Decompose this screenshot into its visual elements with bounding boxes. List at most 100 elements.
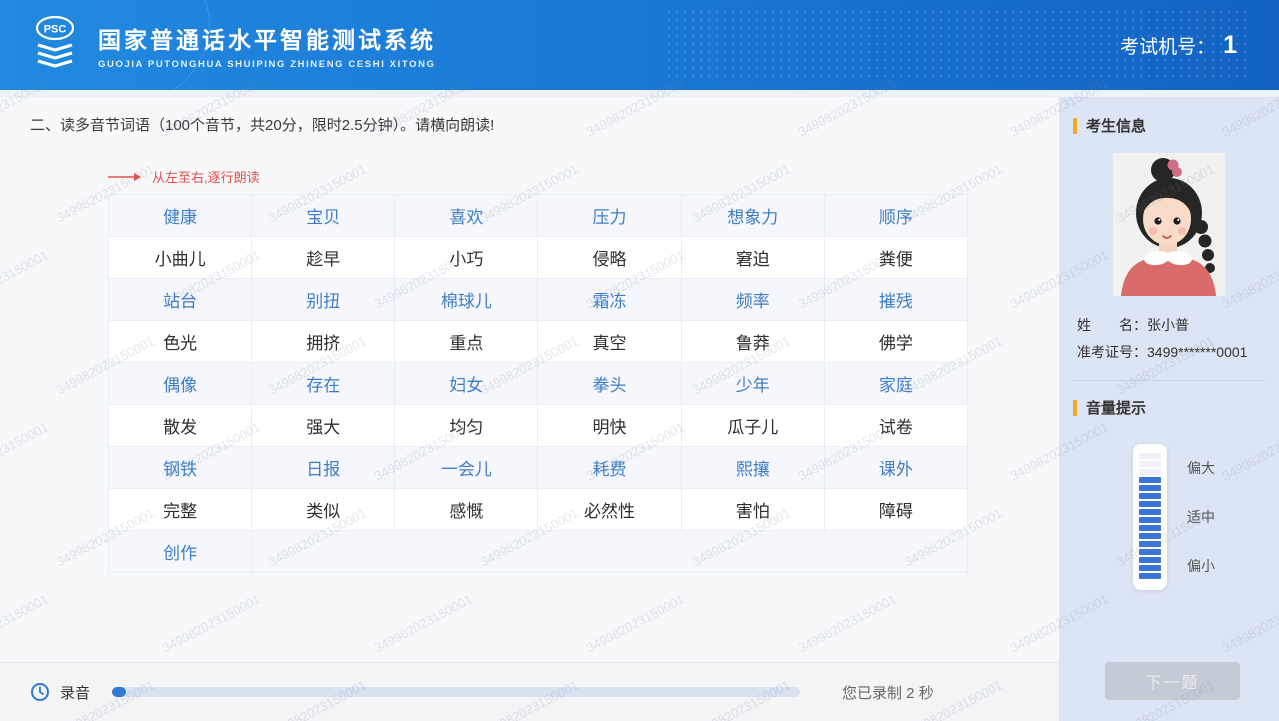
volume-title-text: 音量提示 xyxy=(1086,400,1147,417)
girl-avatar xyxy=(1113,153,1225,296)
candidate-photo xyxy=(1113,153,1225,296)
meter-segment xyxy=(1139,541,1161,547)
meter-segment xyxy=(1139,501,1161,507)
word-cell: 频率 xyxy=(680,278,825,321)
word-cell: 顺序 xyxy=(823,194,969,237)
svg-text:PSC: PSC xyxy=(44,23,67,35)
meter-segment xyxy=(1139,549,1161,555)
word-cell: 粪便 xyxy=(823,236,969,279)
word-cell: 强大 xyxy=(251,404,396,447)
sidebar: 考生信息 姓 名：张小普 准考证号：3499*******0001 音量提示 偏… xyxy=(1059,97,1279,721)
table-row: 钢铁 日报 一会儿 耗费 熙攘 课外 xyxy=(107,446,969,489)
table-row: 小曲儿 趁早 小巧 侵略 窘迫 粪便 xyxy=(107,236,969,279)
section-marker xyxy=(1073,117,1077,134)
table-row: 健康 宝贝 喜欢 压力 想象力 顺序 xyxy=(107,194,969,237)
id-label: 准考证号： xyxy=(1077,344,1147,360)
word-cell: 创作 xyxy=(107,530,253,573)
meter-segment xyxy=(1139,493,1161,499)
word-cell: 色光 xyxy=(107,320,253,363)
word-cell: 少年 xyxy=(680,362,825,405)
candidate-info: 姓 名：张小普 准考证号：3499*******0001 xyxy=(1059,312,1279,366)
meter-segment xyxy=(1139,453,1161,459)
word-cell: 家庭 xyxy=(823,362,969,405)
page: PSC 国家普通话水平智能测试系统 GUOJIA PUTONGHUA SHUIP… xyxy=(0,0,1279,721)
word-cell: 明快 xyxy=(537,404,682,447)
word-cell: 别扭 xyxy=(251,278,396,321)
instruction-text: 二、读多音节词语（100个音节，共20分，限时2.5分钟）。请横向朗读! xyxy=(30,117,495,134)
word-cell: 压力 xyxy=(537,194,682,237)
volume-meter xyxy=(1133,444,1167,590)
main-content: 二、读多音节词语（100个音节，共20分，限时2.5分钟）。请横向朗读! 从左至… xyxy=(0,97,1059,662)
reading-direction-hint: 从左至右,逐行朗读 xyxy=(108,167,260,186)
name-value: 张小普 xyxy=(1147,317,1189,333)
word-table-body: 健康 宝贝 喜欢 压力 想象力 顺序 小曲儿 趁早 小巧 侵略 窘迫 粪便 站台 别扭 棉球儿 霜冻 频率 摧残色… xyxy=(107,194,969,573)
app-title-block: 国家普通话水平智能测试系统 GUOJIA PUTONGHUA SHUIPING … xyxy=(98,21,436,70)
word-cell: 窘迫 xyxy=(680,236,825,279)
word-cell: 必然性 xyxy=(537,488,682,531)
word-cell: 宝贝 xyxy=(251,194,396,237)
record-progress-track xyxy=(112,687,801,697)
arrow-right-icon xyxy=(108,172,141,181)
word-cell: 完整 xyxy=(107,488,253,531)
word-cell: 健康 xyxy=(107,194,253,237)
meter-segment xyxy=(1139,509,1161,515)
meter-segment xyxy=(1139,525,1161,531)
word-cell: 瓜子儿 xyxy=(680,404,825,447)
word-cell: 存在 xyxy=(251,362,396,405)
word-cell: 障碍 xyxy=(823,488,969,531)
machine-number-value: 1 xyxy=(1223,30,1237,59)
header: PSC 国家普通话水平智能测试系统 GUOJIA PUTONGHUA SHUIP… xyxy=(0,0,1279,120)
word-cell: 一会儿 xyxy=(394,446,539,489)
word-cell: 趁早 xyxy=(251,236,396,279)
word-cell: 妇女 xyxy=(394,362,539,405)
record-progress-fill xyxy=(112,687,126,697)
word-cell: 感慨 xyxy=(394,488,539,531)
meter-segment xyxy=(1139,557,1161,563)
psc-logo-icon: PSC xyxy=(26,14,84,77)
word-cell: 熙攘 xyxy=(680,446,825,489)
table-row: 色光 拥挤 重点 真空 鲁莽 佛学 xyxy=(107,320,969,363)
app-title: 国家普通话水平智能测试系统 xyxy=(98,26,436,53)
reading-hint-text: 从左至右,逐行朗读 xyxy=(152,170,260,185)
candidate-info-title-text: 考生信息 xyxy=(1086,118,1147,135)
table-row: 偶像 存在 妇女 拳头 少年 家庭 xyxy=(107,362,969,405)
word-cell: 真空 xyxy=(537,320,682,363)
volume-meter-area: 偏大 适中 偏小 xyxy=(1059,444,1279,590)
meter-segment xyxy=(1139,461,1161,467)
machine-number-label: 考试机号： xyxy=(1120,36,1216,58)
word-cell: 钢铁 xyxy=(107,446,253,489)
section-marker xyxy=(1073,399,1077,416)
meter-segment xyxy=(1139,565,1161,571)
candidate-info-title: 考生信息 xyxy=(1059,115,1279,136)
next-question-button[interactable]: 下一题 xyxy=(1105,662,1240,700)
word-cell: 侵略 xyxy=(537,236,682,279)
meter-segment xyxy=(1139,469,1161,475)
word-cell: 鲁莽 xyxy=(680,320,825,363)
meter-segment xyxy=(1139,533,1161,539)
record-label: 录音 xyxy=(60,684,91,702)
table-row: 完整 类似 感慨 必然性 害怕 障碍 xyxy=(107,488,969,531)
empty-cell xyxy=(251,530,968,573)
candidate-name-row: 姓 名：张小普 xyxy=(1077,312,1261,339)
record-bar: 录音 您已录制 2 秒 xyxy=(0,662,1059,721)
volume-section-title: 音量提示 xyxy=(1059,397,1279,418)
word-cell: 摧残 xyxy=(823,278,969,321)
volume-label-soft: 偏小 xyxy=(1187,558,1215,574)
table-row: 创作 xyxy=(107,530,968,573)
volume-label-loud: 偏大 xyxy=(1187,460,1215,476)
table-row: 站台 别扭 棉球儿 霜冻 频率 摧残 xyxy=(107,278,969,321)
exam-machine-number: 考试机号： 1 xyxy=(1120,31,1237,60)
word-cell: 课外 xyxy=(823,446,969,489)
meter-segment xyxy=(1139,477,1161,483)
word-cell: 害怕 xyxy=(680,488,825,531)
id-value: 3499*******0001 xyxy=(1147,344,1248,360)
volume-label-medium: 适中 xyxy=(1187,509,1215,525)
word-cell: 拥挤 xyxy=(251,320,396,363)
word-cell: 站台 xyxy=(107,278,253,321)
word-cell: 小曲儿 xyxy=(107,236,253,279)
word-cell: 日报 xyxy=(251,446,396,489)
word-cell: 喜欢 xyxy=(394,194,539,237)
meter-segment xyxy=(1139,485,1161,491)
word-cell: 小巧 xyxy=(394,236,539,279)
word-cell: 霜冻 xyxy=(537,278,682,321)
